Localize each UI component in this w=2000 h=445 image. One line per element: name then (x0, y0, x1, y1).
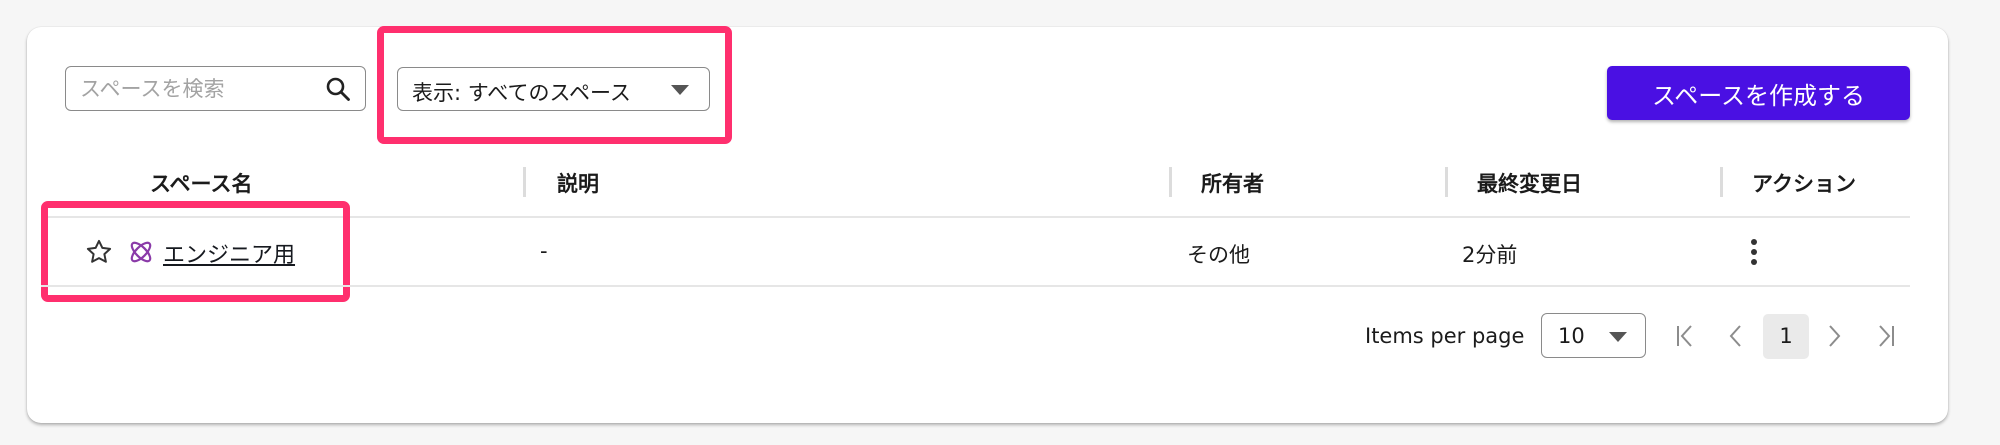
create-space-button[interactable]: スペースを作成する (1607, 66, 1910, 120)
column-header-owner[interactable]: 所有者 (1201, 168, 1264, 198)
row-divider (41, 285, 1910, 287)
space-last-modified: 2分前 (1462, 243, 1518, 267)
column-separator[interactable] (1169, 167, 1172, 197)
column-separator[interactable] (523, 167, 526, 197)
search-icon[interactable] (325, 76, 351, 102)
search-box[interactable] (65, 66, 366, 111)
column-header-last-modified[interactable]: 最終変更日 (1477, 168, 1582, 198)
first-page-icon[interactable] (1674, 322, 1700, 350)
search-input[interactable] (80, 75, 320, 103)
chevron-down-icon (1609, 332, 1627, 342)
column-header-description[interactable]: 説明 (557, 168, 599, 198)
items-per-page-label: Items per page (1365, 324, 1525, 348)
space-owner: その他 (1187, 243, 1250, 267)
space-description: - (540, 239, 548, 263)
column-header-space-name[interactable]: スペース名 (150, 168, 252, 198)
more-actions-icon[interactable] (1749, 237, 1759, 267)
last-page-icon[interactable] (1871, 322, 1897, 350)
previous-page-icon[interactable] (1723, 322, 1749, 350)
highlight-box-filter (377, 26, 732, 144)
column-header-actions: アクション (1752, 172, 1856, 196)
column-separator[interactable] (1445, 167, 1448, 197)
items-per-page-select[interactable]: 10 (1541, 313, 1646, 358)
column-separator[interactable] (1720, 167, 1723, 197)
highlight-box-space-row (41, 201, 350, 302)
items-per-page-value: 10 (1558, 324, 1585, 348)
current-page-button[interactable]: 1 (1763, 314, 1809, 359)
next-page-icon[interactable] (1821, 322, 1847, 350)
